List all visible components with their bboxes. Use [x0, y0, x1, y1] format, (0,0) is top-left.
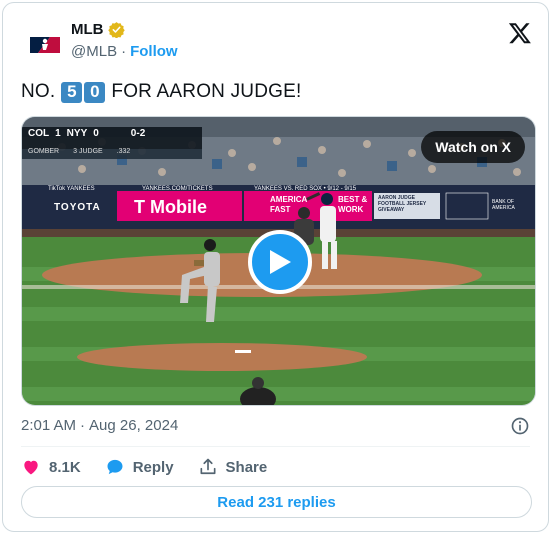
action-bar: 8.1K Reply Share	[21, 455, 291, 479]
sign-best: BEST & WORK	[338, 195, 367, 215]
mlb-logo-icon	[28, 35, 62, 55]
play-button[interactable]	[248, 230, 312, 294]
author-display-name[interactable]: MLB	[71, 21, 104, 38]
timestamp-time: 2:01 AM	[21, 417, 77, 434]
scoreboard-names: GOMBER 3 JUDGE .332	[28, 148, 130, 155]
sign-judge: AARON JUDGE FOOTBALL JERSEY GIVEAWAY	[378, 195, 427, 213]
scoreboard: COL 1 NYY 0 0-2	[28, 128, 145, 139]
sign-amex-line1: AMERICA	[270, 195, 308, 204]
sign-tmobile: T Mobile	[134, 197, 207, 217]
author-block: MLB @MLB · Follow	[71, 21, 178, 60]
tweet-timestamp[interactable]: 2:01 AM · Aug 26, 2024	[21, 417, 178, 434]
watch-on-x-button[interactable]: Watch on X	[421, 131, 525, 163]
read-replies-button[interactable]: Read 231 replies	[21, 486, 532, 518]
author-handle[interactable]: @MLB	[71, 43, 117, 60]
sign-amex-line2: FAST	[270, 205, 291, 214]
like-button[interactable]: 8.1K	[21, 457, 81, 477]
away-team: COL	[28, 128, 50, 139]
home-score: 0	[93, 128, 99, 139]
mlb-logo-avatar[interactable]	[25, 25, 65, 65]
sign-topleft: TikTok YANKEES	[48, 186, 95, 192]
like-count: 8.1K	[49, 458, 81, 476]
tweet-text-suffix: FOR AARON JUDGE!	[111, 81, 302, 102]
sign-bank: BANK OF AMERICA	[492, 199, 515, 211]
video-player[interactable]: COL 1 NYY 0 0-2 GOMBER 3 JUDGE .332 TOYO…	[21, 116, 536, 406]
away-score: 1	[55, 128, 61, 139]
keycap-digit-5: 5	[61, 81, 83, 103]
reply-bubble-icon	[107, 459, 123, 475]
tweet-text-prefix: NO.	[21, 81, 56, 102]
sign-best-line1: BEST &	[338, 195, 368, 204]
keycap-digit-0: 0	[84, 81, 106, 103]
home-team: NYY	[66, 128, 88, 139]
sign-best-line2: WORK	[338, 205, 364, 214]
timestamp-date: Aug 26, 2024	[89, 417, 179, 434]
follow-button[interactable]: Follow	[130, 43, 178, 60]
pitcher-name: GOMBER	[28, 148, 60, 155]
handle-separator: ·	[121, 43, 127, 60]
divider	[21, 446, 530, 447]
pitch-count: 0-2	[130, 128, 146, 139]
reply-label: Reply	[132, 458, 174, 476]
sign-tickets: YANKEES.COM/TICKETS	[142, 186, 213, 192]
share-icon	[200, 458, 216, 475]
play-icon	[270, 250, 291, 274]
sign-toyota: TOYOTA	[54, 202, 101, 213]
info-icon[interactable]	[510, 416, 530, 436]
heart-icon	[24, 460, 38, 475]
tweet-text: NO. 5 0 FOR AARON JUDGE!	[21, 81, 301, 103]
batter-average: .332	[116, 148, 131, 155]
verified-badge-icon	[107, 22, 125, 38]
batter-name: 3 JUDGE	[73, 148, 103, 155]
sign-promo: YANKEES VS. RED SOX • 9/12 - 9/15	[254, 186, 357, 192]
share-label: Share	[225, 458, 268, 476]
tweet-card: MLB @MLB · Follow NO. 5 0 FOR AARON JUDG…	[2, 2, 549, 532]
share-button[interactable]: Share	[198, 457, 268, 477]
timestamp-separator: ·	[80, 417, 86, 434]
reply-button[interactable]: Reply	[105, 457, 174, 477]
tweet-header: MLB @MLB · Follow	[21, 19, 532, 67]
sign-bank-line2: AMERICA	[492, 205, 515, 211]
sign-amex: AMERICA FAST	[270, 195, 307, 215]
x-logo-icon[interactable]	[508, 21, 532, 45]
keycap-number: 5 0	[61, 81, 106, 103]
